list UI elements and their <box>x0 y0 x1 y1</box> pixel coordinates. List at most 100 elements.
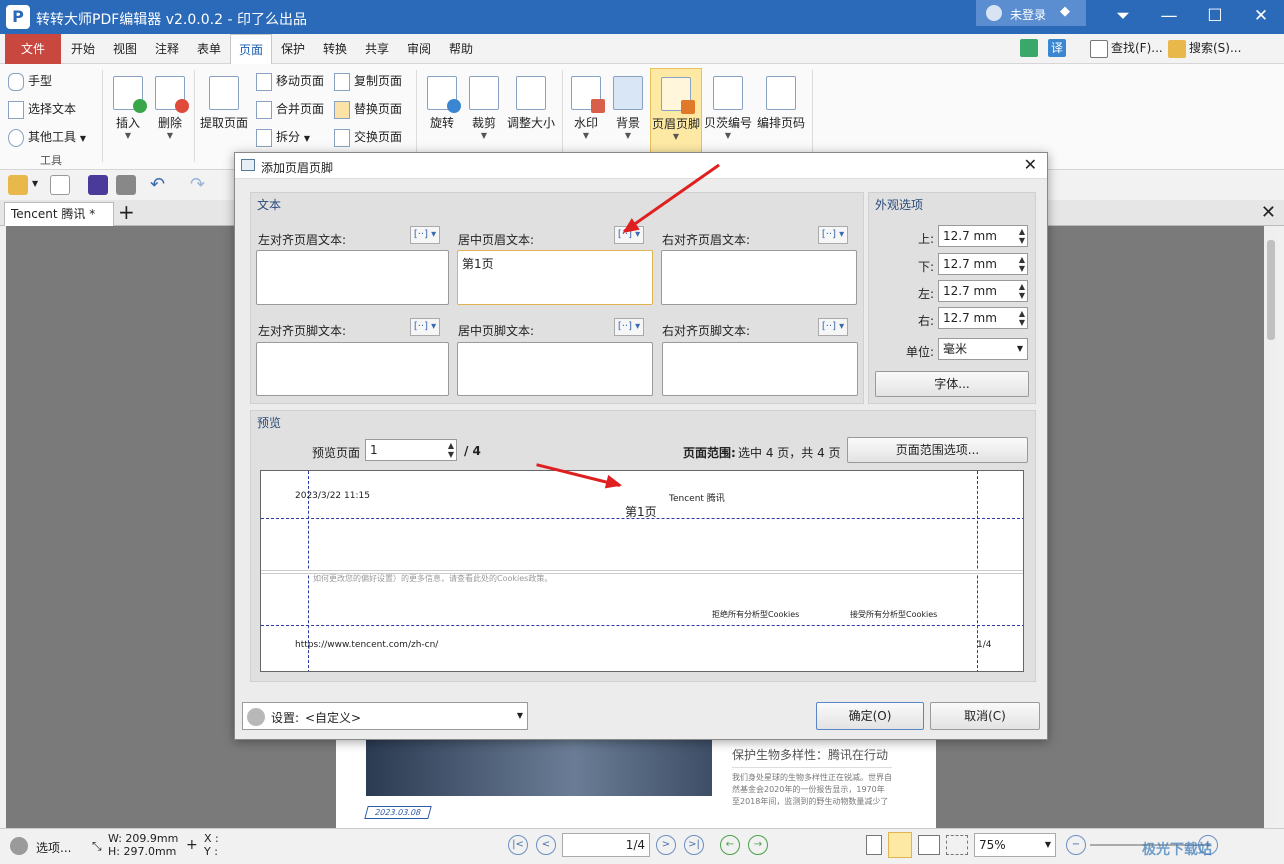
article-text: 我们身处星球的生物多样性正在锐减。世界自然基金会2020年的一份报告显示，197… <box>732 773 892 806</box>
menu-view[interactable]: 视图 <box>106 34 144 64</box>
bates-number-button[interactable]: 贝茨编号 ▼ <box>704 76 752 140</box>
page-range-options-button[interactable]: 页面范围选项... <box>847 437 1028 463</box>
merge-page-button[interactable]: 合并页面 <box>256 98 324 120</box>
redo-icon[interactable]: ↷ <box>190 174 205 195</box>
translate-icon[interactable]: 译 <box>1048 39 1069 59</box>
right-header-macro-button[interactable]: [··] ▾ <box>818 226 848 244</box>
margin-left-spinner[interactable]: 12.7 mm ▲ ▼ <box>938 280 1028 302</box>
swap-label: 交换页面 <box>354 130 403 144</box>
left-header-input[interactable] <box>256 250 449 305</box>
menu-help[interactable]: 帮助 <box>442 34 480 64</box>
menu-review[interactable]: 审阅 <box>400 34 438 64</box>
find-label: 查找(F)... <box>1111 41 1163 55</box>
prev-page-button[interactable]: < <box>536 835 556 855</box>
ok-button[interactable]: 确定(O) <box>816 702 924 730</box>
insert-page-button[interactable]: 插入 ▼ <box>108 76 148 140</box>
options-gear-icon[interactable] <box>10 837 28 855</box>
margin-bottom-spinner[interactable]: 12.7 mm ▲ ▼ <box>938 253 1028 275</box>
background-button[interactable]: 背景 ▼ <box>608 76 648 140</box>
left-footer-label: 左对齐页脚文本: <box>258 324 347 338</box>
back-button[interactable]: ← <box>720 835 740 855</box>
menu-page[interactable]: 页面 <box>230 34 272 64</box>
page-number-input[interactable]: 1/4 <box>562 833 650 857</box>
center-header-input[interactable]: 第1页 <box>457 250 653 305</box>
crop-button[interactable]: 裁剪 ▼ <box>464 76 504 140</box>
header-footer-icon <box>661 77 695 114</box>
center-footer-macro-button[interactable]: [··] ▾ <box>614 318 644 336</box>
menu-comment[interactable]: 注释 <box>148 34 186 64</box>
page-number-button[interactable]: 编排页码 <box>754 76 808 131</box>
menu-home[interactable]: 开始 <box>64 34 102 64</box>
open-folder-icon[interactable] <box>8 175 28 195</box>
ribbon-divider <box>562 70 563 162</box>
replace-page-button[interactable]: 替换页面 <box>334 98 402 120</box>
hand-tool-button[interactable]: 手型 <box>8 70 52 92</box>
select-text-button[interactable]: 选择文本 <box>8 98 76 120</box>
continuous-view-icon[interactable] <box>888 832 912 858</box>
extract-page-button[interactable]: 提取页面 <box>198 76 250 131</box>
options-button[interactable]: 选项... <box>36 839 71 856</box>
swap-page-button[interactable]: 交换页面 <box>334 126 402 148</box>
copy-page-button[interactable]: 复制页面 <box>334 70 402 92</box>
right-header-input[interactable] <box>661 250 857 305</box>
undo-icon[interactable]: ↶ <box>150 174 165 195</box>
menu-convert[interactable]: 转换 <box>316 34 354 64</box>
watermark-button[interactable]: 水印 ▼ <box>566 76 606 140</box>
vertical-scrollbar[interactable] <box>1264 226 1278 828</box>
thumbnail-view-icon[interactable] <box>946 835 968 855</box>
right-footer-input[interactable] <box>662 342 858 396</box>
right-footer-macro-button[interactable]: [··] ▾ <box>818 318 848 336</box>
scrollbar-thumb[interactable] <box>1267 240 1275 340</box>
rotate-button[interactable]: 旋转 <box>422 76 462 131</box>
close-window-button[interactable]: ✕ <box>1246 6 1276 26</box>
move-page-button[interactable]: 移动页面 <box>256 70 324 92</box>
dialog-close-button[interactable]: ✕ <box>1024 155 1037 174</box>
new-tab-icon[interactable]: + <box>118 201 135 223</box>
cursor-y: Y : <box>204 845 218 858</box>
preview-page-spinner[interactable]: 1 ▲ ▼ <box>365 439 457 461</box>
close-tab-icon[interactable]: ✕ <box>1261 202 1276 223</box>
resize-button[interactable]: 调整大小 <box>504 76 558 131</box>
margin-top-spinner[interactable]: 12.7 mm ▲ ▼ <box>938 225 1028 247</box>
ribbon-toggle-icon[interactable]: ⏷ <box>1108 6 1138 26</box>
print-icon[interactable] <box>116 175 136 195</box>
forward-button[interactable]: → <box>748 835 768 855</box>
zoom-out-button[interactable]: − <box>1066 835 1086 855</box>
right-footer-label: 右对齐页脚文本: <box>662 324 751 338</box>
open-dropdown-icon[interactable]: ▼ <box>32 179 38 188</box>
next-page-button[interactable]: > <box>656 835 676 855</box>
save-icon[interactable] <box>88 175 108 195</box>
new-file-icon[interactable] <box>50 175 70 195</box>
left-footer-macro-button[interactable]: [··] ▾ <box>410 318 440 336</box>
split-button[interactable]: 拆分 ▼ <box>256 126 310 148</box>
last-page-button[interactable]: >| <box>684 835 704 855</box>
minimize-button[interactable]: — <box>1154 6 1184 26</box>
menu-share[interactable]: 共享 <box>358 34 396 64</box>
maximize-button[interactable]: ☐ <box>1200 6 1230 26</box>
center-footer-input[interactable] <box>457 342 653 396</box>
delete-page-button[interactable]: 删除 ▼ <box>150 76 190 140</box>
document-tab[interactable]: Tencent 腾讯 * <box>4 202 114 226</box>
header-footer-button[interactable]: 页眉页脚 ▼ <box>650 68 702 154</box>
other-tools-label: 其他工具 <box>28 130 77 144</box>
menu-protect[interactable]: 保护 <box>274 34 312 64</box>
font-button[interactable]: 字体... <box>875 371 1029 397</box>
left-header-macro-button[interactable]: [··] ▾ <box>410 226 440 244</box>
margin-right-spinner[interactable]: 12.7 mm ▲ ▼ <box>938 307 1028 329</box>
menu-file[interactable]: 文件 <box>5 34 61 64</box>
single-page-view-icon[interactable] <box>866 835 882 855</box>
cancel-button[interactable]: 取消(C) <box>930 702 1040 730</box>
settings-select[interactable]: 设置: <自定义> ▼ <box>242 702 528 730</box>
fit-page-icon[interactable] <box>1020 39 1041 59</box>
login-button[interactable]: 未登录 ◆ <box>976 0 1086 26</box>
find-button[interactable]: 查找(F)... <box>1090 39 1163 59</box>
menu-form[interactable]: 表单 <box>190 34 228 64</box>
unit-select[interactable]: 毫米 ▼ <box>938 338 1028 360</box>
dialog-title-bar: 添加页眉页脚 ✕ <box>235 153 1047 179</box>
search-button[interactable]: 搜索(S)... <box>1168 39 1241 59</box>
other-tools-button[interactable]: 其他工具 ▼ <box>8 126 86 148</box>
zoom-select[interactable]: 75% ▼ <box>974 833 1056 857</box>
first-page-button[interactable]: |< <box>508 835 528 855</box>
left-footer-input[interactable] <box>256 342 449 396</box>
two-page-view-icon[interactable] <box>918 835 940 855</box>
